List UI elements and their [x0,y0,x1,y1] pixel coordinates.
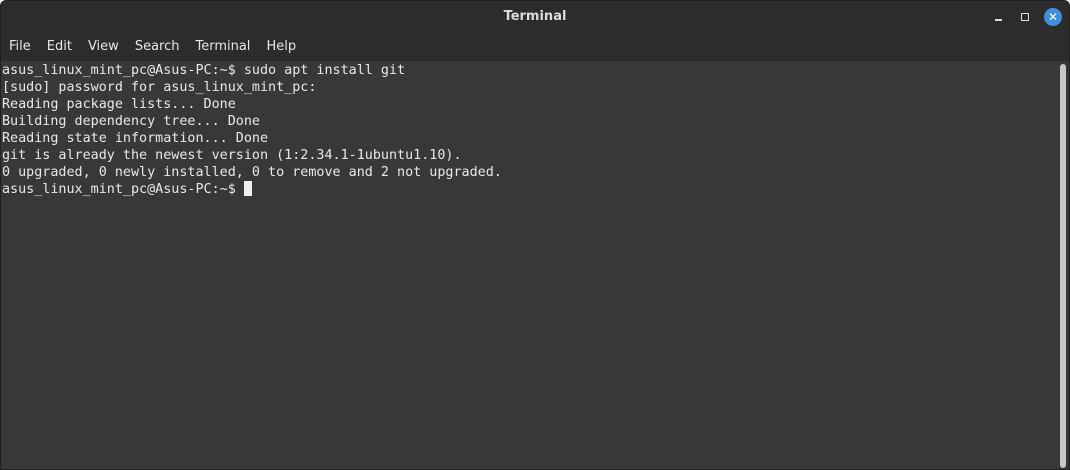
terminal-window: Terminal ✕ File Edit View Search Termina… [0,0,1070,470]
terminal-line: Reading state information... Done [2,131,269,146]
terminal-line: Reading package lists... Done [2,97,236,112]
menu-file[interactable]: File [1,33,39,61]
window-title: Terminal [503,9,567,24]
terminal-line: 0 upgraded, 0 newly installed, 0 to remo… [2,165,502,180]
prompt-text: asus_linux_mint_pc@Asus-PC:~$ [2,182,244,197]
terminal-line: [sudo] password for asus_linux_mint_pc: [2,80,317,95]
vertical-scrollbar[interactable] [1057,61,1069,469]
menu-edit[interactable]: Edit [39,33,80,61]
minimize-button[interactable] [990,8,1008,26]
close-icon: ✕ [1047,10,1059,24]
text-cursor [243,181,252,196]
menu-help[interactable]: Help [258,33,304,61]
menu-search[interactable]: Search [127,33,188,61]
terminal-output[interactable]: asus_linux_mint_pc@Asus-PC:~$ sudo apt i… [1,61,1061,469]
menu-bar: File Edit View Search Terminal Help [1,33,1069,61]
terminal-line: Building dependency tree... Done [2,114,260,129]
maximize-button[interactable] [1016,8,1034,26]
terminal-line: git is already the newest version (1:2.3… [2,148,462,163]
prompt-line: asus_linux_mint_pc@Asus-PC:~$ [2,181,1061,198]
terminal-line: asus_linux_mint_pc@Asus-PC:~$ sudo apt i… [2,63,406,78]
close-button[interactable]: ✕ [1044,8,1062,26]
minimize-icon [995,19,1002,21]
maximize-icon [1021,13,1029,21]
title-bar[interactable]: Terminal ✕ [1,1,1069,33]
scrollbar-thumb[interactable] [1060,64,1066,468]
menu-terminal[interactable]: Terminal [187,33,258,61]
menu-view[interactable]: View [80,33,127,61]
